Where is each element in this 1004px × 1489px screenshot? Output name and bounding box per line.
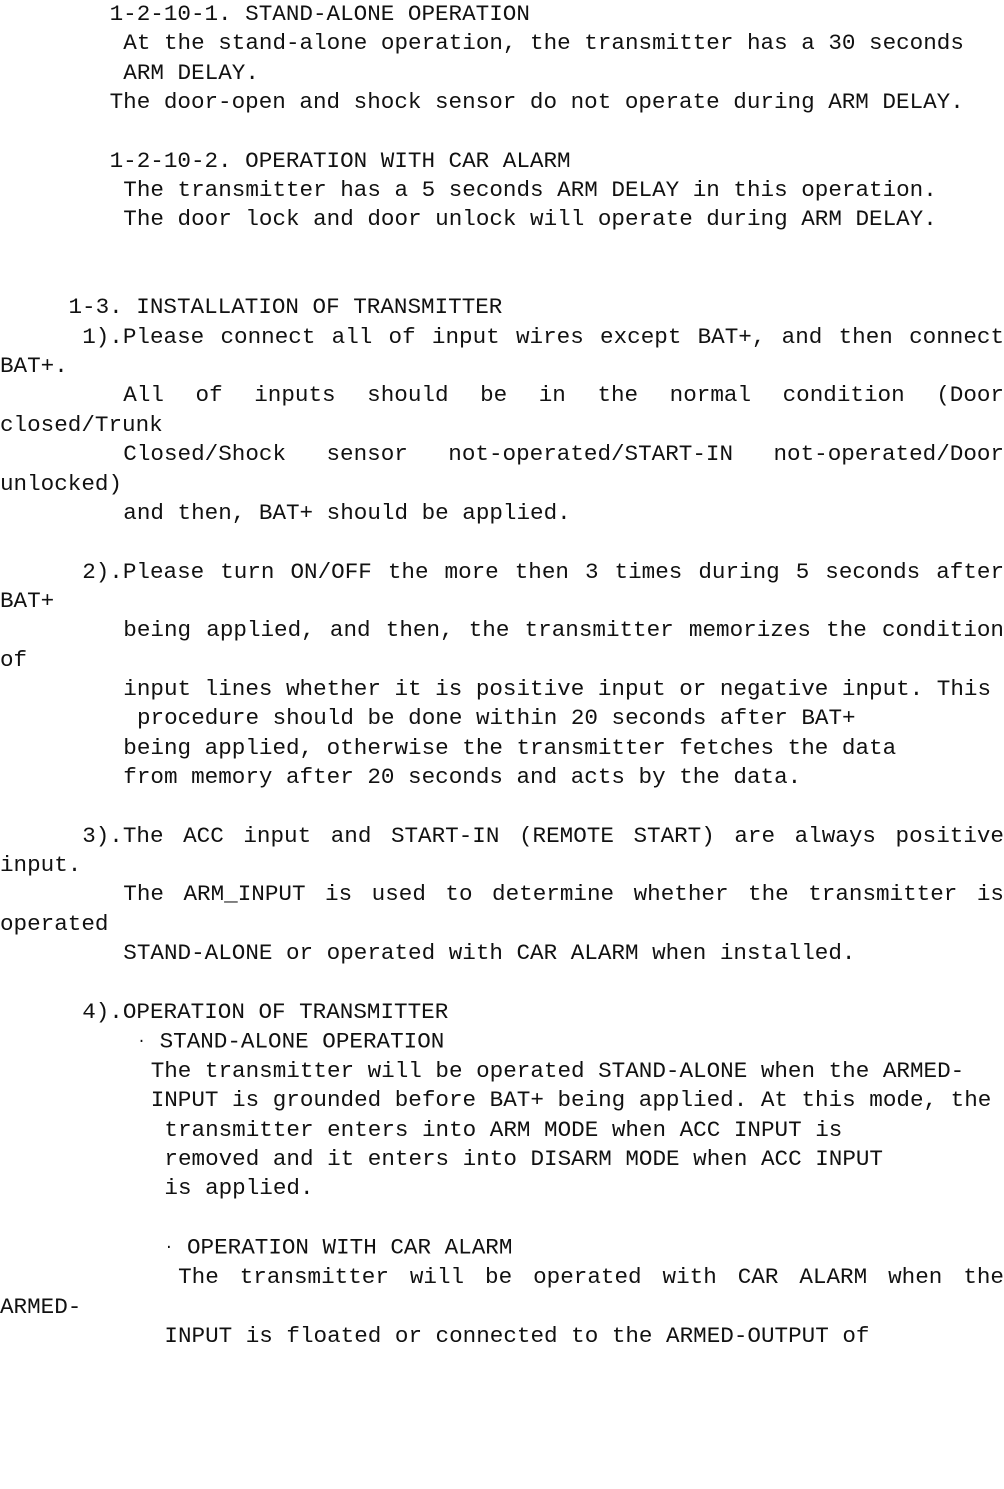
body-paragraph: transmitter enters into ARM MODE when AC… <box>0 1116 1004 1145</box>
text-run: The transmitter will be operated with CA… <box>0 1264 1004 1320</box>
text-run: 1-3. INSTALLATION OF TRANSMITTER <box>68 294 503 321</box>
body-paragraph: 2).Please turn ON/OFF the more then 3 ti… <box>0 558 1004 617</box>
text-run: procedure should be done within 20 secon… <box>137 705 856 732</box>
bullet-dot-icon: · <box>164 1239 174 1257</box>
text-run: being applied, and then, the transmitter… <box>0 617 1004 673</box>
text-run: OPERATION WITH CAR ALARM <box>186 1234 513 1261</box>
bullet-item: · STAND-ALONE OPERATION <box>0 1027 1004 1057</box>
section-heading: 1-2-10-1. STAND-ALONE OPERATION <box>0 0 1004 29</box>
body-paragraph: ARM DELAY. <box>0 59 1004 88</box>
body-paragraph: The transmitter will be operated STAND-A… <box>0 1057 1004 1086</box>
text-run: being applied, otherwise the transmitter… <box>123 734 897 761</box>
text-run: transmitter enters into ARM MODE when AC… <box>164 1116 843 1143</box>
body-paragraph: STAND-ALONE or operated with CAR ALARM w… <box>0 939 1004 968</box>
text-run: The door-open and shock sensor do not op… <box>109 89 964 116</box>
text-run: STAND-ALONE OPERATION <box>159 1028 445 1055</box>
text-run: The ARM_INPUT is used to determine wheth… <box>0 881 1004 937</box>
body-paragraph: procedure should be done within 20 secon… <box>0 704 1004 733</box>
body-paragraph: removed and it enters into DISARM MODE w… <box>0 1145 1004 1174</box>
text-run: and then, BAT+ should be applied. <box>123 499 571 526</box>
body-paragraph: 3).The ACC input and START-IN (REMOTE ST… <box>0 822 1004 881</box>
body-paragraph: The transmitter will be operated with CA… <box>0 1263 1004 1322</box>
body-paragraph: All of inputs should be in the normal co… <box>0 381 1004 440</box>
text-run: 1).Please connect all of input wires exc… <box>0 323 1004 380</box>
body-paragraph: and then, BAT+ should be applied. <box>0 499 1004 528</box>
document-page: 1-2-10-1. STAND-ALONE OPERATION At the s… <box>0 0 1004 1489</box>
text-run: 1-2-10-2. OPERATION WITH CAR ALARM <box>109 147 571 174</box>
text-run: ARM DELAY. <box>123 59 259 86</box>
section-heading: 1-3. INSTALLATION OF TRANSMITTER <box>0 293 1004 322</box>
body-paragraph: The door lock and door unlock will opera… <box>0 205 1004 234</box>
text-run: 2).Please turn ON/OFF the more then 3 ti… <box>0 558 1004 614</box>
text-run: The door lock and door unlock will opera… <box>123 206 937 233</box>
body-paragraph: INPUT is floated or connected to the ARM… <box>0 1322 1004 1351</box>
text-run: 4).OPERATION OF TRANSMITTER <box>82 998 449 1025</box>
text-run: 1-2-10-1. STAND-ALONE OPERATION <box>109 1 530 27</box>
text-run: 3).The ACC input and START-IN (REMOTE ST… <box>0 822 1004 878</box>
text-run: input lines whether it is positive input… <box>123 675 992 702</box>
document-text-body: 1-2-10-1. STAND-ALONE OPERATION At the s… <box>0 0 1004 1351</box>
section-heading: 4).OPERATION OF TRANSMITTER <box>0 998 1004 1027</box>
body-paragraph: input lines whether it is positive input… <box>0 675 1004 704</box>
text-run: All of inputs should be in the normal co… <box>0 382 1004 438</box>
body-paragraph: being applied, otherwise the transmitter… <box>0 734 1004 763</box>
text-run: STAND-ALONE or operated with CAR ALARM w… <box>123 940 856 966</box>
text-run: INPUT is grounded before BAT+ being appl… <box>150 1087 992 1114</box>
body-paragraph: is applied. <box>0 1174 1004 1203</box>
text-run: INPUT is floated or connected to the ARM… <box>164 1322 870 1349</box>
text-run: is applied. <box>164 1175 314 1202</box>
body-paragraph: from memory after 20 seconds and acts by… <box>0 763 1004 792</box>
bullet-dot-icon: · <box>137 1033 147 1051</box>
body-paragraph: The transmitter has a 5 seconds ARM DELA… <box>0 176 1004 205</box>
text-run: The transmitter has a 5 seconds ARM DELA… <box>123 177 937 204</box>
text-run: Closed/Shock sensor not-operated/START-I… <box>0 441 1004 497</box>
body-paragraph: being applied, and then, the transmitter… <box>0 616 1004 675</box>
text-run: At the stand-alone operation, the transm… <box>123 30 964 57</box>
body-paragraph: INPUT is grounded before BAT+ being appl… <box>0 1086 1004 1115</box>
body-paragraph: At the stand-alone operation, the transm… <box>0 29 1004 58</box>
body-paragraph: The door-open and shock sensor do not op… <box>0 88 1004 117</box>
text-run: The transmitter will be operated STAND-A… <box>150 1058 965 1085</box>
body-paragraph: The ARM_INPUT is used to determine wheth… <box>0 880 1004 939</box>
body-paragraph: Closed/Shock sensor not-operated/START-I… <box>0 440 1004 499</box>
text-run: from memory after 20 seconds and acts by… <box>123 763 802 790</box>
body-paragraph: 1).Please connect all of input wires exc… <box>0 323 1004 382</box>
section-heading: 1-2-10-2. OPERATION WITH CAR ALARM <box>0 147 1004 176</box>
bullet-item: · OPERATION WITH CAR ALARM <box>0 1233 1004 1263</box>
text-run: removed and it enters into DISARM MODE w… <box>164 1146 883 1173</box>
